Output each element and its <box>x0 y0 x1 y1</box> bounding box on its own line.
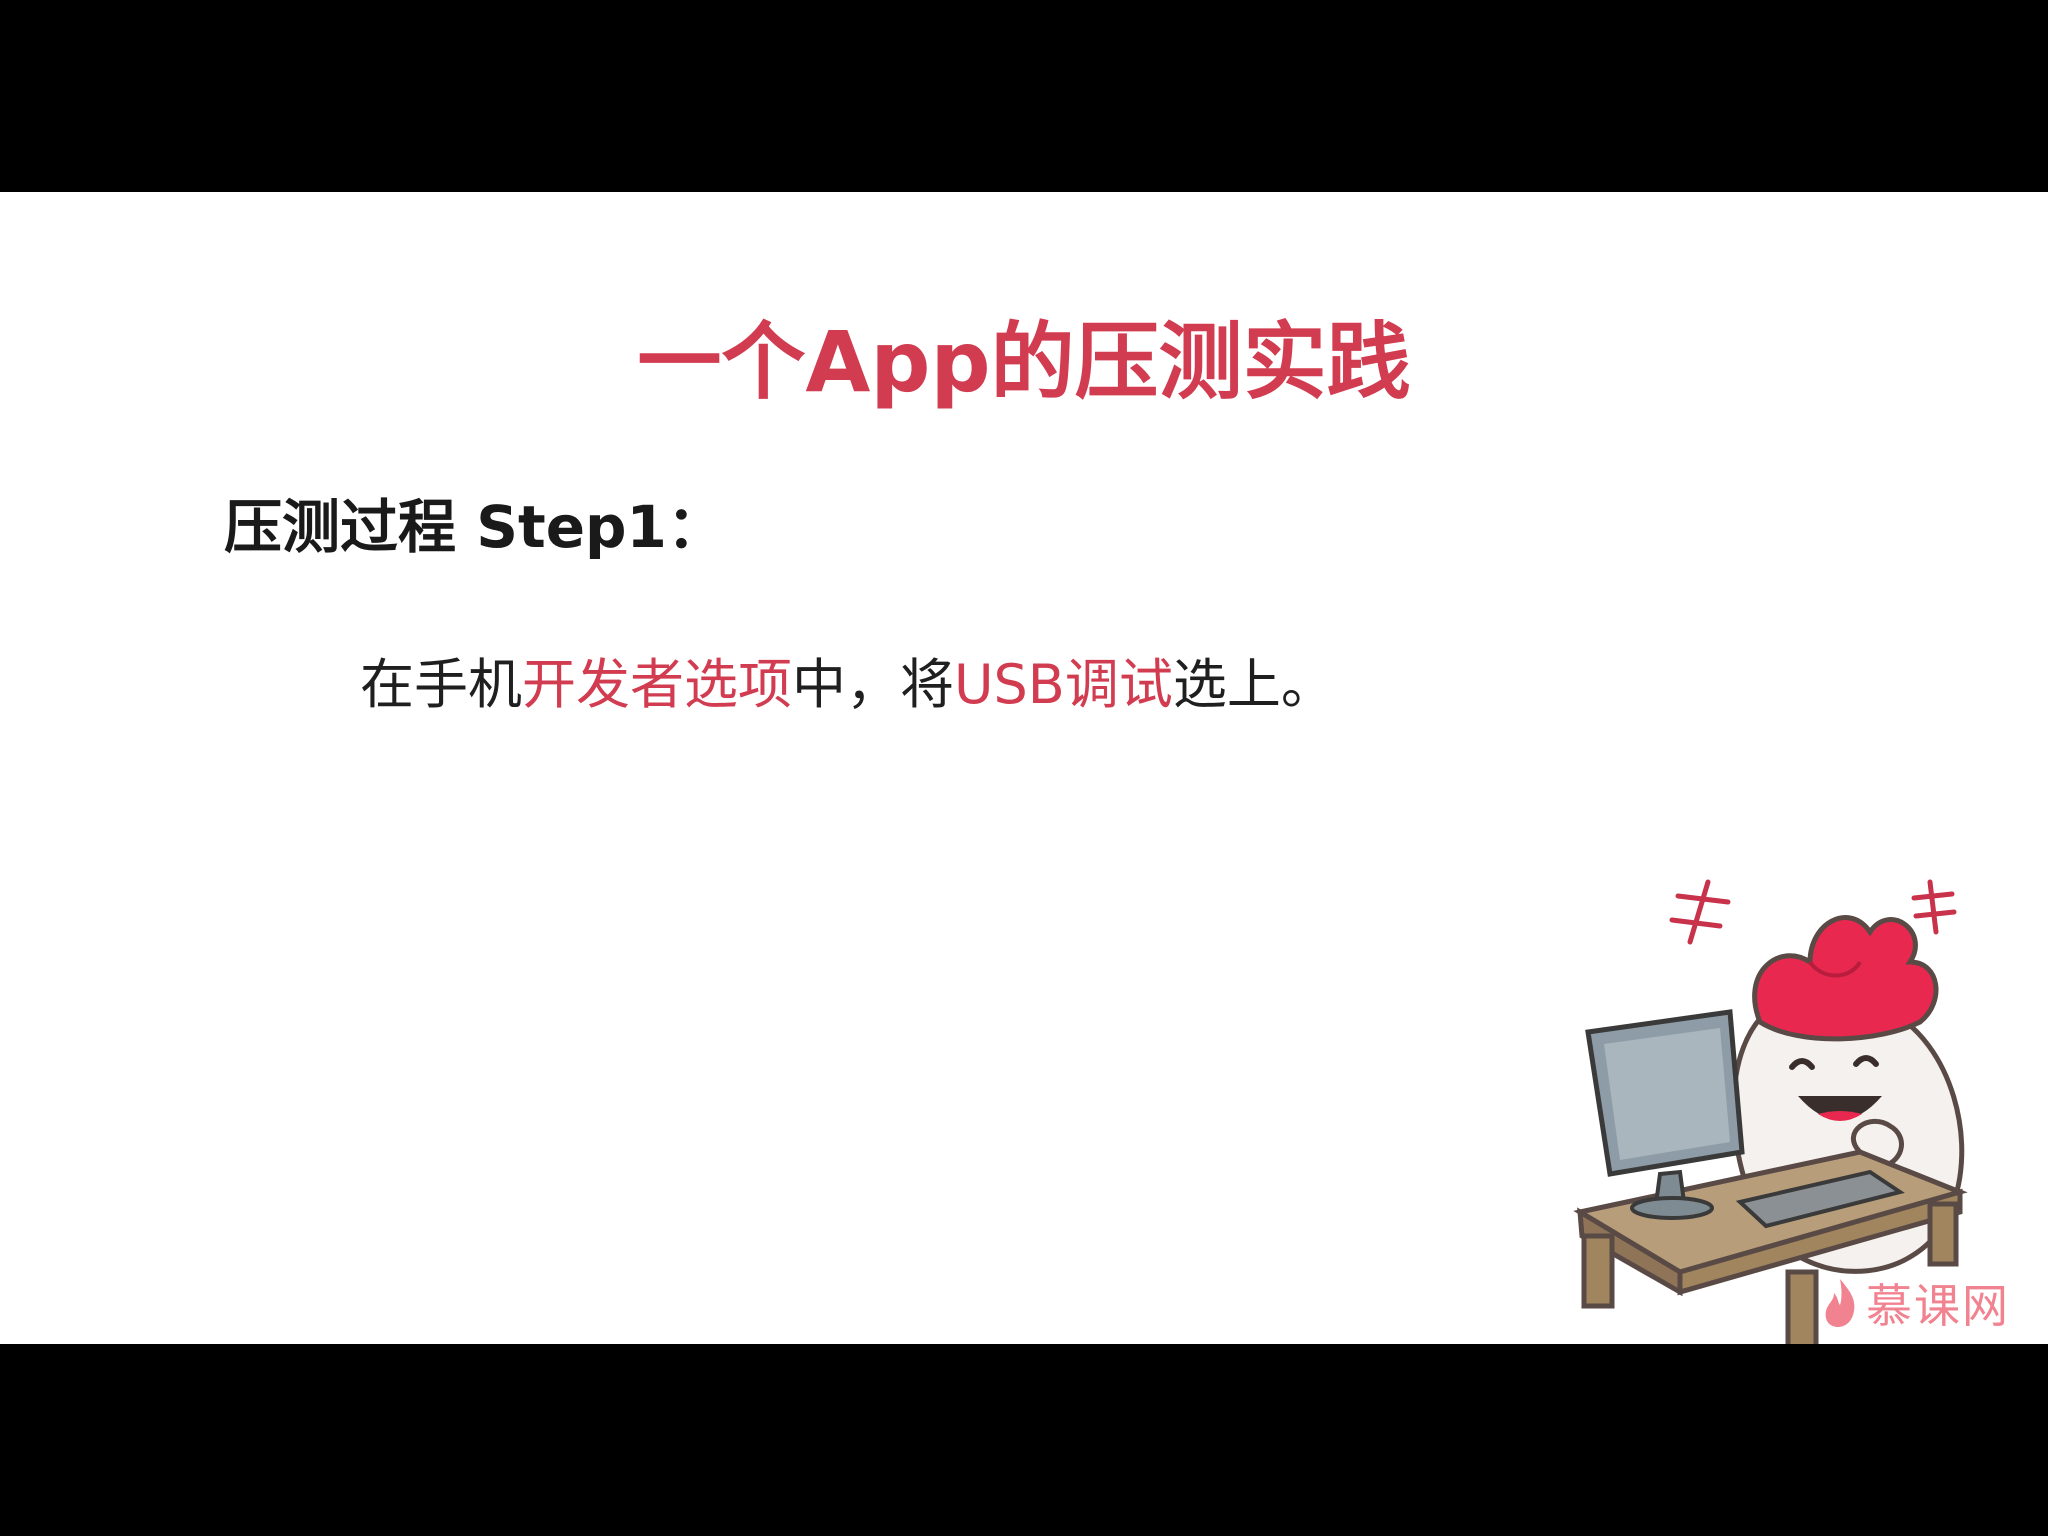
step-instruction: 在手机开发者选项中，将USB调试选上。 <box>360 658 1335 712</box>
slide-title: 一个App的压测实践 <box>637 313 1411 411</box>
developer-options-highlight: 开发者选项 <box>522 653 792 716</box>
instruction-text-3: 选上。 <box>1172 653 1335 716</box>
letterbox-bottom <box>0 1344 2048 1536</box>
watermark: 慕课网 <box>1820 1270 2010 1336</box>
slide: 一个App的压测实践 压测过程 Step1： 在手机开发者选项中，将USB调试选… <box>0 192 2048 1344</box>
instruction-text-2: 中，将 <box>792 653 954 716</box>
sparkle-icon-left <box>1669 879 1731 945</box>
step-heading: 压测过程 Step1： <box>224 493 725 561</box>
watermark-text: 慕课网 <box>1866 1279 2010 1333</box>
letterbox-top <box>0 0 2048 192</box>
instruction-text-1: 在手机 <box>360 653 522 716</box>
sparkle-icon-right <box>1911 879 1957 935</box>
usb-debugging-highlight: USB调试 <box>954 653 1173 716</box>
watermark-flame-icon <box>1825 1279 1855 1327</box>
